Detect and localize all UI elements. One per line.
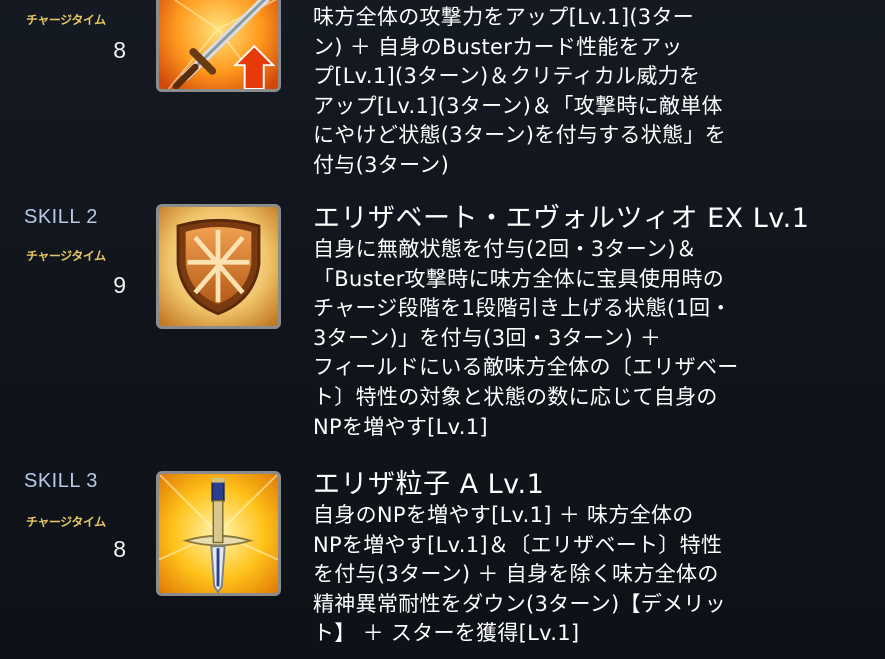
desc-line: 自身に無敵状態を付与(2回・3ターン)＆ xyxy=(313,237,698,261)
skill-id-label: SKILL 3 xyxy=(24,470,98,492)
desc-line: NPを増やす[Lv.1]＆〔エリザベート〕特性 xyxy=(313,532,723,557)
desc-line: 「Buster攻撃時に味方全体に宝具使用時の xyxy=(313,266,725,291)
desc-line: ト〕特性の対象と状態の数に応じて自身の xyxy=(313,384,718,409)
shield-icon[interactable] xyxy=(156,204,281,329)
desc-line: 自身のNPを増やす[Lv.1] ＋ 味方全体の xyxy=(313,503,694,527)
sword-np-icon[interactable] xyxy=(156,471,281,596)
desc-line: 付与(3ターン) xyxy=(313,152,450,177)
skill-description: 味方全体の攻撃力をアップ[Lv.1](3ター ン) ＋ 自身のBusterカード… xyxy=(313,3,883,181)
skill-description: 自身に無敵状態を付与(2回・3ターン)＆ 「Buster攻撃時に味方全体に宝具使… xyxy=(313,235,883,442)
desc-line: 3ターン)」を付与(3回・3ターン) ＋ xyxy=(313,325,662,350)
charge-time-label: チャージタイム xyxy=(26,249,106,263)
desc-line: プ[Lv.1](3ターン)＆クリティカル威力を xyxy=(313,64,701,89)
charge-time-label: チャージタイム xyxy=(26,515,106,529)
desc-line: フィールドにいる敵味方全体の〔エリザベー xyxy=(313,355,739,380)
desc-line: 味方全体の攻撃力をアップ[Lv.1](3ター xyxy=(313,5,695,29)
desc-line: 精神異常耐性をダウン(3ターン)【デメリッ xyxy=(313,591,726,616)
desc-line: にやけど状態(3ターン)を付与する状態」を xyxy=(313,123,726,148)
charge-time-value: 8 xyxy=(113,37,126,63)
skill-name: エリザベート・エヴォルツィオ EX Lv.1 xyxy=(313,203,810,234)
desc-line: を付与(3ターン) ＋ 自身を除く味方全体の xyxy=(313,562,719,587)
desc-line: アップ[Lv.1](3ターン)＆「攻撃時に敵単体 xyxy=(313,93,723,118)
charge-time-value: 8 xyxy=(113,536,126,562)
skill-description: 自身のNPを増やす[Lv.1] ＋ 味方全体の NPを増やす[Lv.1]＆〔エリ… xyxy=(313,501,883,649)
skill-name: エリザ粒子 A Lv.1 xyxy=(313,469,545,500)
skill-id-label: SKILL 2 xyxy=(24,206,98,228)
desc-line: チャージ段階を1段階引き上げる状態(1回・ xyxy=(313,296,732,321)
desc-line: ト】 ＋ スターを獲得[Lv.1] xyxy=(313,621,580,646)
sword-attack-up-icon[interactable] xyxy=(156,0,281,92)
charge-time-value: 9 xyxy=(113,272,126,298)
desc-line: ン) ＋ 自身のBusterカード性能をアッ xyxy=(313,34,683,59)
charge-time-label: チャージタイム xyxy=(26,13,106,27)
desc-line: NPを増やす[Lv.1] xyxy=(313,414,488,439)
